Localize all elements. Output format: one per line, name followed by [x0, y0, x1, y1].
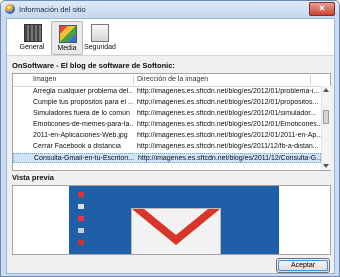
image-name: Arregla cualquier problema del... [33, 88, 133, 95]
category-toolbar: General Media Seguridad [7, 19, 334, 56]
site-title: OnSoftware - El blog de software de Soft… [12, 61, 175, 70]
image-address: http://imagenes.es.sftcdn.net/blog/es/20… [137, 110, 316, 117]
list-row[interactable]: Arregla cualquier problema del... http:/… [13, 87, 321, 97]
image-address: http://imagenes.es.sftcdn.net/blog/es/20… [137, 132, 321, 139]
tab-general-label: General [19, 44, 45, 51]
list-scrollbar[interactable] [321, 86, 331, 170]
tab-media[interactable]: Media [51, 21, 83, 55]
title-bar: Información del sitio ✕ [1, 1, 339, 17]
preview-image [69, 186, 279, 254]
site-info-window: Información del sitio ✕ General Media Se… [0, 0, 340, 277]
list-header: Imagen Dirección de la imagen [13, 74, 330, 87]
image-address: http://imagenes.es.sftcdn.net/blog/es/20… [137, 143, 319, 150]
list-row[interactable]: 2011-en-Aplicaciones-Web.jpg http://imag… [13, 131, 321, 141]
image-name: Consulta-Gmail-en-tu-Escritori... [34, 155, 134, 162]
column-separator[interactable] [133, 75, 134, 85]
list-row-selected[interactable]: Consulta-Gmail-en-tu-Escritori... http:/… [13, 153, 322, 163]
media-list[interactable]: Imagen Dirección de la imagen Arregla cu… [12, 73, 331, 171]
image-name: Cumple tus propósitos para el ... [33, 99, 133, 106]
tab-security[interactable]: Seguridad [84, 21, 116, 53]
scroll-thumb[interactable] [323, 110, 329, 124]
desktop-icon [78, 240, 84, 245]
general-icon [24, 24, 42, 42]
list-row[interactable]: Simuladores fuera de lo común http://ima… [13, 109, 321, 119]
security-icon [91, 24, 109, 42]
close-button[interactable]: ✕ [309, 2, 335, 16]
image-address: http://imagenes.es.sftcdn.net/blog/es/20… [137, 99, 319, 106]
scroll-up-icon[interactable] [323, 88, 329, 92]
desktop-icon [78, 204, 84, 209]
dialog-content: General Media Seguridad OnSoftware - El … [6, 18, 335, 274]
window-title: Información del sitio [19, 5, 86, 14]
browser-icon [5, 4, 15, 14]
desktop-icon [78, 216, 84, 221]
tab-media-label: Media [57, 45, 77, 52]
image-name: Emoticones-de-memes-para-fa... [33, 121, 133, 128]
list-row[interactable]: Cumple tus propósitos para el ... http:/… [13, 98, 321, 108]
tab-general[interactable]: General [17, 21, 47, 53]
desktop-icon [78, 192, 84, 197]
image-name: 2011-en-Aplicaciones-Web.jpg [33, 132, 128, 139]
image-name: Cerrar Facebook a distancia [33, 143, 121, 150]
image-address: http://imagenes.es.sftcdn.net/blog/es/20… [137, 88, 320, 95]
scroll-down-icon[interactable] [323, 164, 329, 168]
desktop-icon [78, 228, 84, 233]
image-address: http://imagenes.es.sftcdn.net/blog/es/20… [138, 155, 322, 162]
media-icon [59, 25, 77, 43]
list-row[interactable]: Emoticones-de-memes-para-fa... http://im… [13, 120, 321, 130]
list-row[interactable]: Cerrar Facebook a distancia http://image… [13, 142, 321, 152]
image-name: Simuladores fuera de lo común [33, 110, 130, 117]
preview-pane [12, 185, 331, 255]
gmail-icon [131, 208, 221, 254]
tab-security-label: Seguridad [84, 44, 116, 51]
image-address: http://imagenes.es.sftcdn.net/blog/es/20… [137, 121, 321, 128]
preview-title: Vista previa [12, 173, 54, 182]
accept-button[interactable]: Aceptar [276, 258, 330, 273]
column-header-address[interactable]: Dirección de la imagen [137, 76, 208, 83]
column-separator[interactable] [310, 75, 311, 85]
column-header-image[interactable]: Imagen [33, 76, 56, 83]
